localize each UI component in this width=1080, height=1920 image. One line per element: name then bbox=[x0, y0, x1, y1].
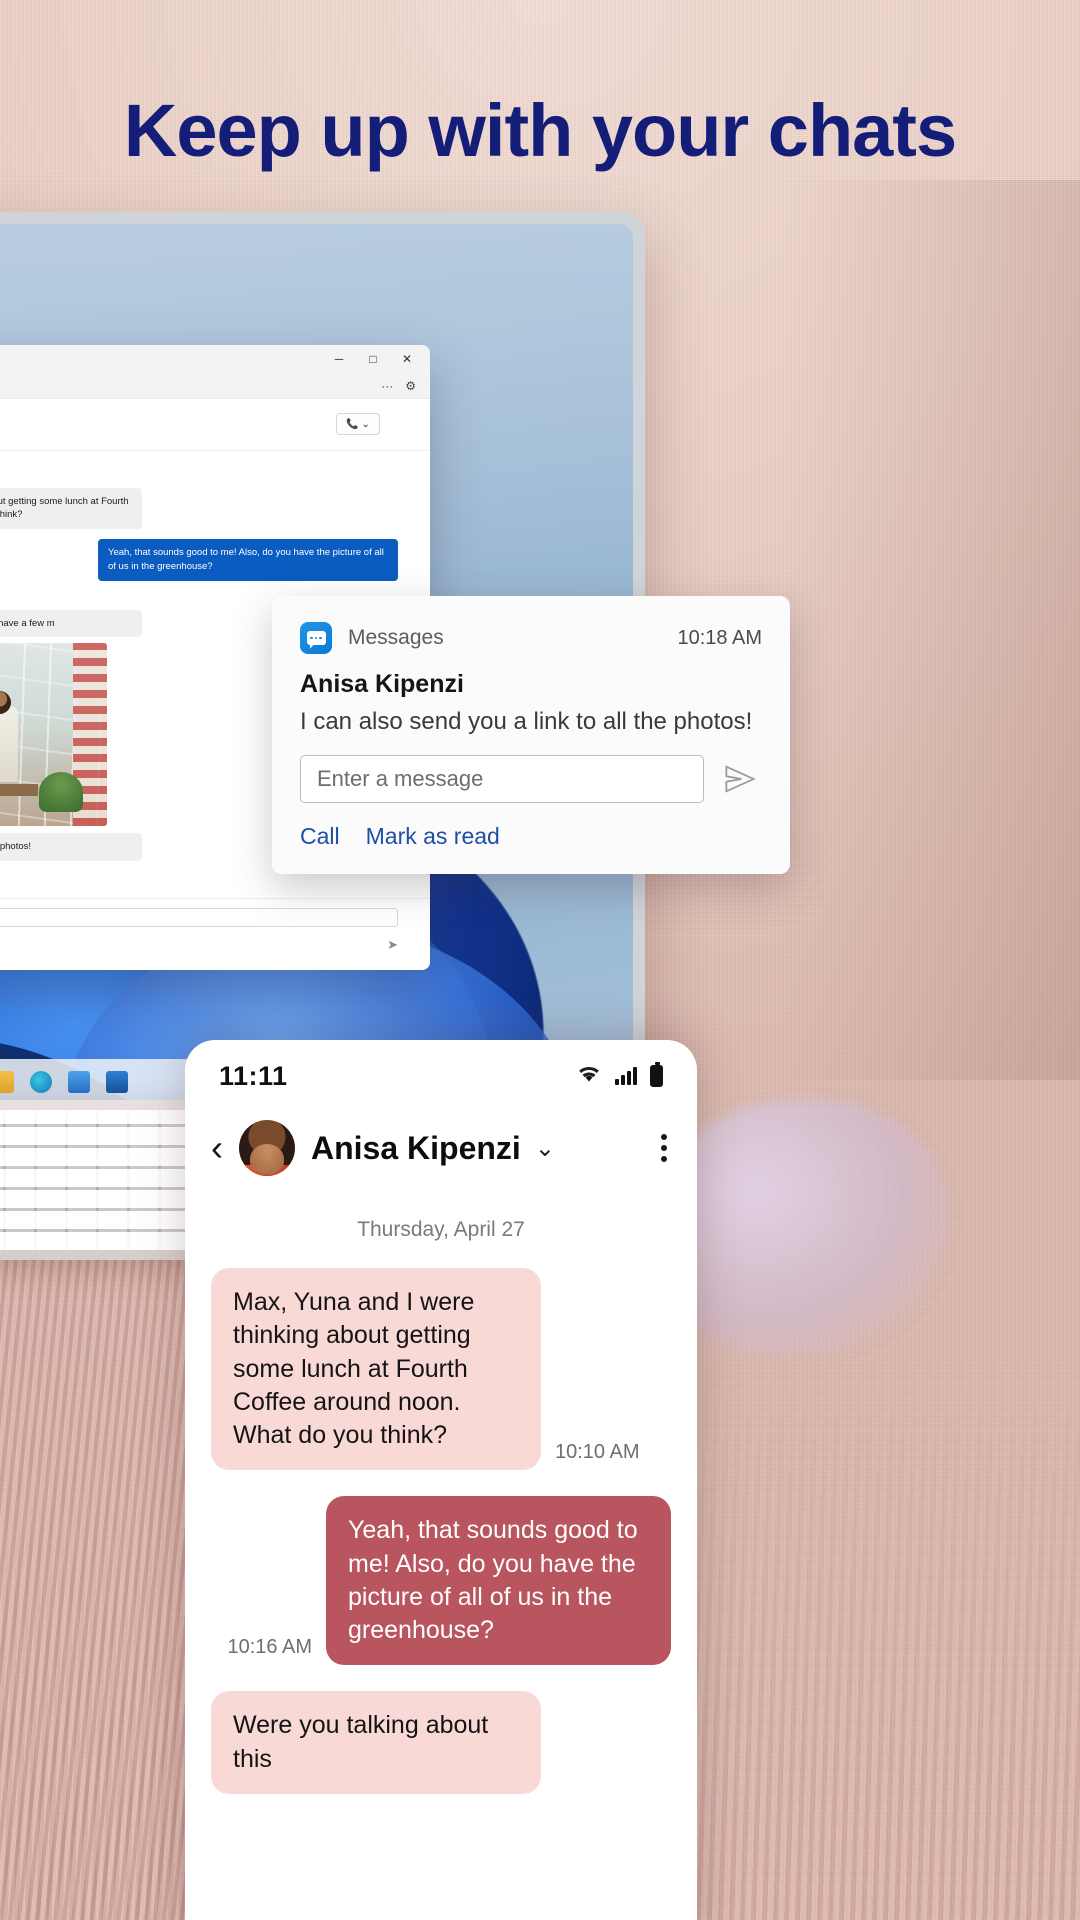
conversation-title: Anisa Kipenzi bbox=[311, 1129, 521, 1166]
signal-icon bbox=[615, 1067, 637, 1085]
chat-bubble-glyph bbox=[306, 631, 326, 645]
phone-conversation-header: ‹ Anisa Kipenzi ⌄ bbox=[185, 1112, 697, 1194]
chevron-down-icon: ⌄ bbox=[361, 418, 370, 430]
wifi-icon bbox=[576, 1064, 602, 1089]
phone-status-bar: 11:11 bbox=[185, 1040, 697, 1112]
notification-actions: Call Mark as read bbox=[300, 823, 762, 850]
notification-app-name: Messages bbox=[348, 626, 444, 649]
app-toolbar: ··· ⚙ bbox=[0, 373, 430, 399]
message-row: 10:16 AM Yeah, that sounds good to me! A… bbox=[211, 1496, 671, 1666]
wall-shadow bbox=[780, 180, 1080, 1080]
status-clock: 11:11 bbox=[219, 1060, 288, 1091]
window-titlebar: ─ □ ✕ bbox=[0, 345, 430, 373]
message-bubble-incoming: I can also send you a link to all the ph… bbox=[0, 833, 142, 862]
app-contact-header: Anisa Kipenzi (415) 555-0176 📞 ⌄ bbox=[0, 399, 430, 451]
message-sender-row: Anisa Kipenzi bbox=[0, 466, 398, 486]
notification-reply-row: Enter a message bbox=[300, 755, 762, 803]
message-bubble-outgoing: Yeah, that sounds good to me! Also, do y… bbox=[326, 1496, 671, 1666]
app-composer: Send a message ☺ GIF ❑ ➤ bbox=[0, 898, 430, 970]
message-timestamp: 10:16 AM bbox=[227, 1636, 312, 1659]
kebab-menu-icon[interactable] bbox=[661, 1134, 667, 1162]
avatar[interactable] bbox=[239, 1120, 295, 1176]
taskbar-phonelink-icon[interactable] bbox=[106, 1071, 128, 1093]
taskbar-edge-icon[interactable] bbox=[30, 1071, 52, 1093]
more-options-icon[interactable]: ··· bbox=[381, 379, 393, 393]
message-row: Max, Yuna and I were thinking about gett… bbox=[211, 1268, 671, 1471]
message-bubble-incoming: Were you talking about this bbox=[211, 1691, 541, 1794]
battery-icon bbox=[650, 1062, 663, 1087]
gear-icon[interactable]: ⚙ bbox=[405, 379, 416, 393]
phone-icon: 📞 bbox=[346, 418, 359, 430]
messages-app-icon bbox=[300, 622, 332, 654]
minimize-button[interactable]: ─ bbox=[322, 346, 356, 372]
taskbar-store-icon[interactable] bbox=[68, 1071, 90, 1093]
message-bubble-incoming: Max, Yuna and I were thinking about gett… bbox=[0, 487, 142, 530]
notification-toast[interactable]: Messages 10:18 AM Anisa Kipenzi I can al… bbox=[272, 596, 790, 874]
plant-2 bbox=[39, 772, 83, 813]
send-message-input[interactable]: Send a message bbox=[0, 908, 398, 927]
status-icon-group bbox=[576, 1062, 663, 1089]
phone-device: 11:11 ‹ Anisa Kipenzi ⌄ Thursday, April … bbox=[185, 1040, 697, 1920]
message-bubble-incoming: Were you talking about this one? I have … bbox=[0, 609, 142, 638]
notification-timestamp: 10:18 AM bbox=[677, 626, 762, 649]
maximize-button[interactable]: □ bbox=[356, 346, 390, 372]
notification-header: Messages 10:18 AM bbox=[300, 622, 762, 654]
enter-a-message-input[interactable]: Enter a message bbox=[300, 755, 704, 803]
send-icon[interactable] bbox=[718, 764, 762, 794]
close-button[interactable]: ✕ bbox=[390, 346, 424, 372]
potting-table bbox=[0, 784, 38, 797]
message-bubble-incoming: Max, Yuna and I were thinking about gett… bbox=[211, 1268, 541, 1471]
taskbar-folder-icon[interactable] bbox=[0, 1071, 14, 1093]
message-timestamp: 10:10 AM bbox=[555, 1441, 640, 1464]
back-icon[interactable]: ‹ bbox=[211, 1130, 223, 1166]
person-3 bbox=[0, 706, 18, 783]
notification-sender: Anisa Kipenzi bbox=[300, 670, 464, 698]
message-bubble-outgoing: Yeah, that sounds good to me! Also, do y… bbox=[98, 539, 398, 581]
page-title: Keep up with your chats bbox=[123, 89, 957, 172]
phone-message-thread: Thursday, April 27 Max, Yuna and I were … bbox=[185, 1194, 697, 1794]
call-button[interactable]: 📞 ⌄ bbox=[336, 413, 380, 435]
notification-message: I can also send you a link to all the ph… bbox=[300, 708, 753, 735]
composer-icon-row: ☺ GIF ❑ ➤ bbox=[0, 937, 398, 953]
date-divider: Thursday, April 27 bbox=[357, 1218, 525, 1241]
send-icon[interactable]: ➤ bbox=[387, 937, 398, 953]
greenhouse-photo-attachment[interactable] bbox=[0, 643, 107, 827]
call-action-button[interactable]: Call bbox=[300, 823, 340, 850]
chevron-down-icon[interactable]: ⌄ bbox=[535, 1134, 555, 1163]
message-row: Were you talking about this bbox=[211, 1691, 671, 1794]
mark-as-read-action-button[interactable]: Mark as read bbox=[366, 823, 500, 850]
